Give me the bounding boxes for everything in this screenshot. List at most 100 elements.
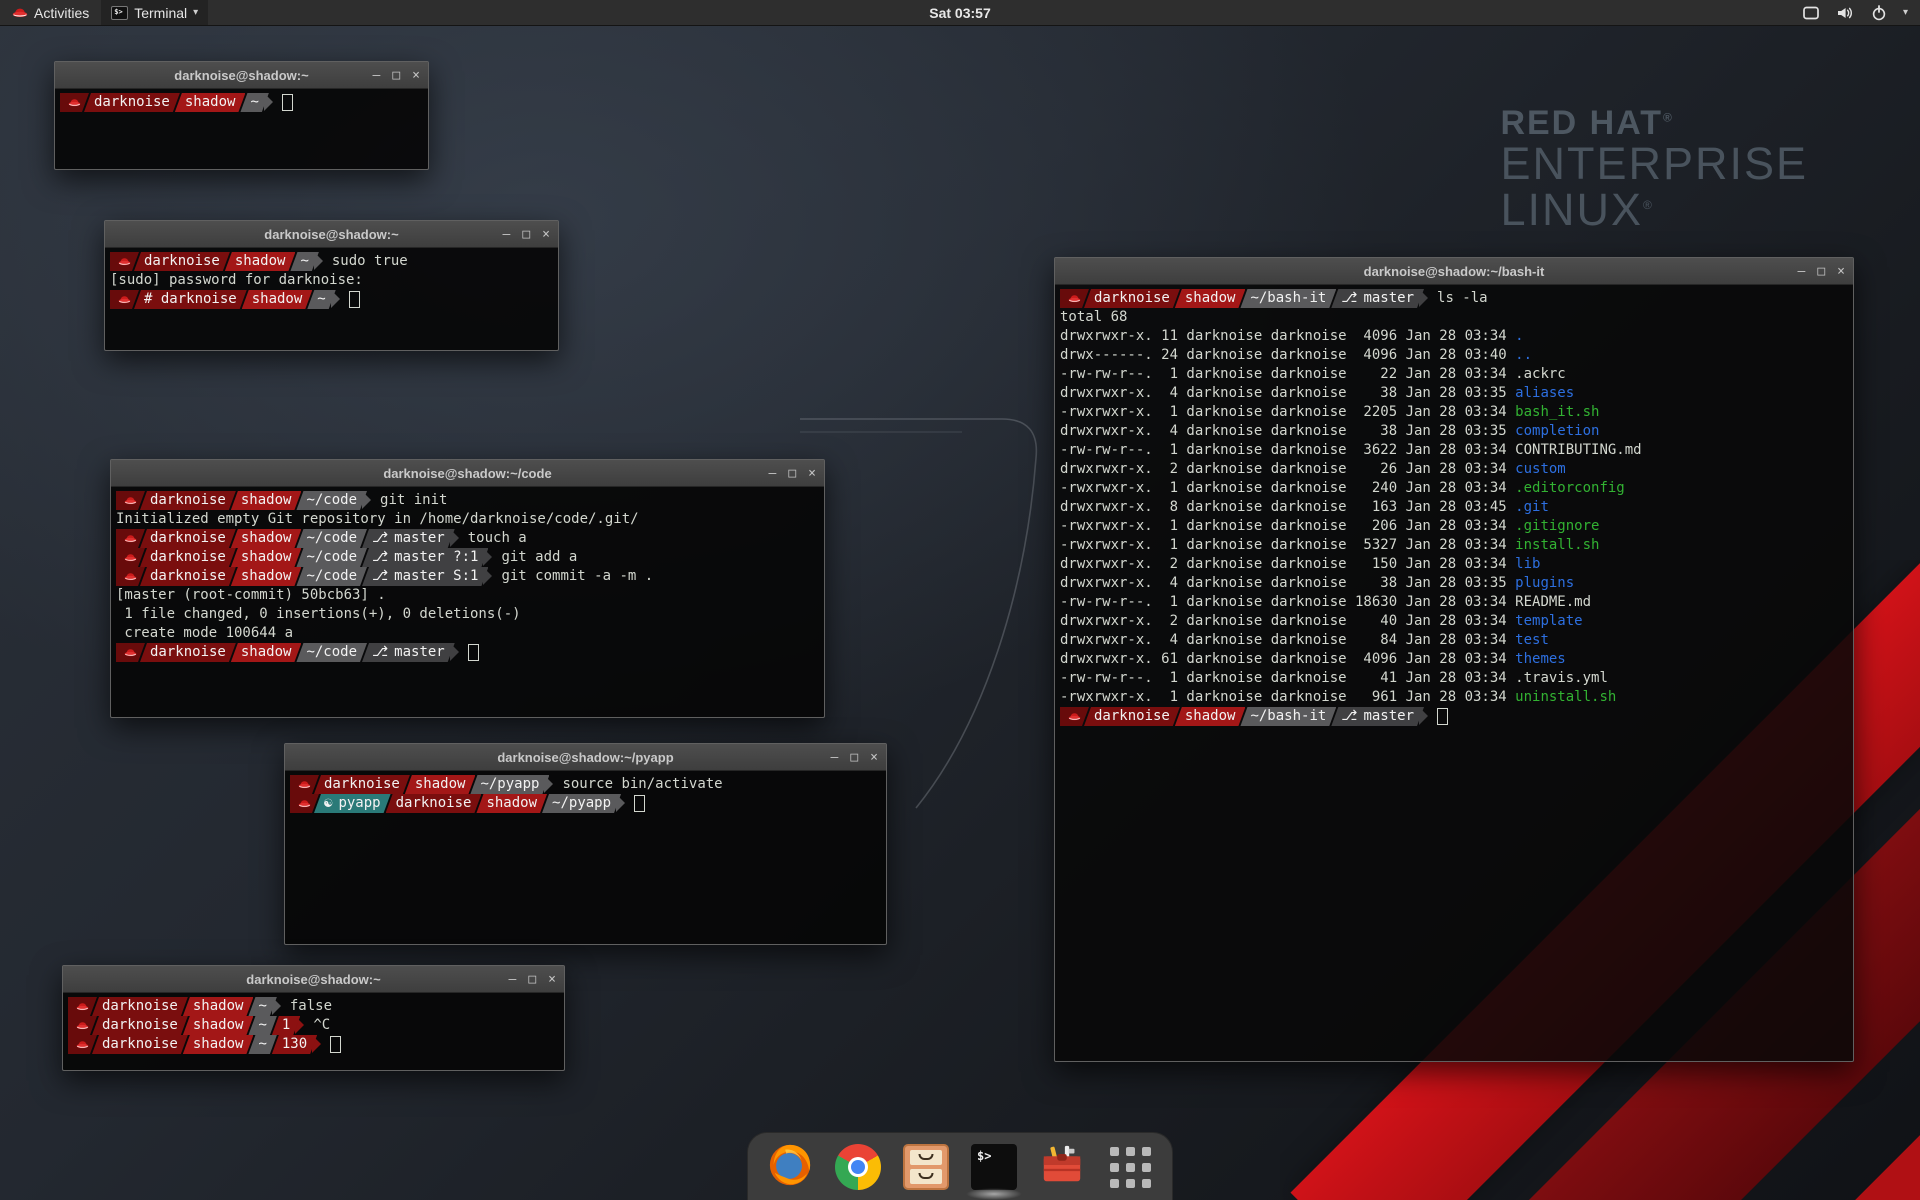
minimize-button[interactable]: – — [503, 228, 511, 241]
output-line: -rw-rw-r--. 1 darknoise darknoise 3622 J… — [1060, 441, 1848, 460]
minimize-button[interactable]: – — [509, 973, 517, 986]
terminal-window-bashit: darknoise@shadow:~/bash-it – □ × darknoi… — [1054, 257, 1854, 1062]
output-text: drwxrwxr-x. 4 darknoise darknoise 38 Jan… — [1060, 385, 1515, 401]
window-titlebar[interactable]: darknoise@shadow:~/code – □ × — [111, 460, 824, 487]
command-text: git commit -a -m . — [501, 568, 653, 584]
close-button[interactable]: × — [412, 69, 420, 82]
minimize-button[interactable]: – — [831, 751, 839, 764]
maximize-button[interactable]: □ — [522, 228, 530, 241]
maximize-button[interactable]: □ — [1817, 265, 1825, 278]
terminal-content[interactable]: darknoiseshadow~/pyappsource bin/activat… — [285, 771, 886, 945]
git-branch-icon: ⎇ — [1341, 290, 1357, 306]
prompt-line: darknoiseshadow~/bash-it⎇masterls -la — [1060, 289, 1848, 308]
prompt-line: darknoiseshadow~sudo true — [110, 252, 553, 271]
maximize-button[interactable]: □ — [788, 467, 796, 480]
dock: $> — [747, 1132, 1173, 1200]
output-text: create mode 100644 a — [116, 625, 293, 641]
output-text: .travis.yml — [1515, 670, 1608, 686]
terminal-window-pyapp: darknoise@shadow:~/pyapp – □ × darknoise… — [284, 743, 887, 945]
output-text: -rwxrwxr-x. 1 darknoise darknoise 240 Ja… — [1060, 480, 1515, 496]
terminal-content[interactable]: darknoiseshadow~sudo true[sudo] password… — [105, 248, 558, 351]
maximize-button[interactable]: □ — [392, 69, 400, 82]
top-bar: Activities $> Terminal ▾ Sat 03:57 ▾ — [0, 0, 1920, 26]
prompt-segment-path: ~/bash-it — [1240, 289, 1336, 308]
clock[interactable]: Sat 03:57 — [0, 5, 1920, 21]
prompt-segment-hat — [110, 252, 139, 271]
prompt-segment-git: ⎇master ?:1 — [362, 548, 488, 567]
output-text: -rw-rw-r--. 1 darknoise darknoise 41 Jan… — [1060, 670, 1515, 686]
app-menu-terminal[interactable]: $> Terminal ▾ — [101, 0, 208, 25]
prompt-line: darknoiseshadow~/code⎇master S:1git comm… — [116, 567, 819, 586]
prompt-segment-host: shadow — [231, 491, 302, 510]
window-titlebar[interactable]: darknoise@shadow:~ – □ × — [55, 62, 428, 89]
output-line: drwxrwxr-x. 2 darknoise darknoise 40 Jan… — [1060, 612, 1848, 631]
redhat-icon — [1068, 290, 1081, 309]
activities-button[interactable]: Activities — [0, 0, 101, 25]
volume-icon[interactable] — [1836, 5, 1855, 21]
window-title: darknoise@shadow:~ — [246, 972, 380, 987]
command-text: source bin/activate — [562, 776, 722, 792]
terminal-content[interactable]: darknoiseshadow~/bash-it⎇masterls -latot… — [1055, 285, 1853, 1062]
activities-label: Activities — [34, 5, 89, 21]
prompt-segment-hat — [68, 1035, 97, 1054]
output-text: -rwxrwxr-x. 1 darknoise darknoise 961 Ja… — [1060, 689, 1515, 705]
dock-item-toolbox[interactable] — [1038, 1143, 1086, 1191]
directory-name: test — [1515, 632, 1549, 648]
branding-line-3: LINUX® — [1500, 187, 1808, 233]
directory-name: themes — [1515, 651, 1566, 667]
prompt-segment-path: ~/code — [296, 529, 367, 548]
output-text: -rwxrwxr-x. 1 darknoise darknoise 5327 J… — [1060, 537, 1515, 553]
close-button[interactable]: × — [870, 751, 878, 764]
close-button[interactable]: × — [808, 467, 816, 480]
power-icon[interactable] — [1871, 5, 1887, 21]
prompt-segment-host: shadow — [231, 529, 302, 548]
dock-item-files[interactable] — [902, 1143, 950, 1191]
toolbox-icon — [1039, 1142, 1085, 1193]
close-button[interactable]: × — [548, 973, 556, 986]
redhat-icon — [124, 549, 137, 568]
dock-item-firefox[interactable] — [766, 1143, 814, 1191]
output-text: [sudo] password for darknoise: — [110, 272, 363, 288]
prompt-line: darknoiseshadow~/bash-it⎇master — [1060, 707, 1848, 726]
window-titlebar[interactable]: darknoise@shadow:~ – □ × — [105, 221, 558, 248]
prompt-segment-host: shadow — [175, 93, 246, 112]
redhat-icon — [76, 1017, 89, 1036]
window-titlebar[interactable]: darknoise@shadow:~ – □ × — [63, 966, 564, 993]
dock-item-terminal[interactable]: $> — [970, 1143, 1018, 1191]
window-titlebar[interactable]: darknoise@shadow:~/bash-it – □ × — [1055, 258, 1853, 285]
app-grid-icon — [1110, 1147, 1151, 1188]
output-text: total 68 — [1060, 309, 1127, 325]
prompt-segment-hat — [290, 794, 319, 813]
close-button[interactable]: × — [542, 228, 550, 241]
maximize-button[interactable]: □ — [850, 751, 858, 764]
display-icon[interactable] — [1802, 5, 1820, 21]
directory-name: plugins — [1515, 575, 1574, 591]
prompt-segment-hat — [290, 775, 319, 794]
minimize-button[interactable]: – — [373, 69, 381, 82]
prompt-line: darknoiseshadow~ — [60, 93, 423, 112]
output-line: -rwxrwxr-x. 1 darknoise darknoise 206 Ja… — [1060, 517, 1848, 536]
minimize-button[interactable]: – — [1798, 265, 1806, 278]
prompt-segment-host: shadow — [1175, 707, 1246, 726]
close-button[interactable]: × — [1837, 265, 1845, 278]
prompt-segment-user: darknoise — [1084, 289, 1180, 308]
dock-item-chrome[interactable] — [834, 1143, 882, 1191]
command-text: sudo true — [332, 253, 408, 269]
output-text: drwxrwxr-x. 4 darknoise darknoise 38 Jan… — [1060, 575, 1515, 591]
output-text: -rw-rw-r--. 1 darknoise darknoise 18630 … — [1060, 594, 1515, 610]
prompt-line: darknoiseshadow~false — [68, 997, 559, 1016]
output-line: -rw-rw-r--. 1 darknoise darknoise 22 Jan… — [1060, 365, 1848, 384]
prompt-segment-user: darknoise — [134, 252, 230, 271]
dock-item-app-grid[interactable] — [1106, 1143, 1154, 1191]
prompt-segment-venv: ☯pyapp — [314, 794, 391, 813]
output-text: Initialized empty Git repository in /hom… — [116, 511, 639, 527]
prompt-segment-path: ~/pyapp — [542, 794, 621, 813]
output-text: drwxrwxr-x. 2 darknoise darknoise 150 Ja… — [1060, 556, 1515, 572]
system-menu-chevron-icon[interactable]: ▾ — [1903, 7, 1908, 18]
terminal-content[interactable]: darknoiseshadow~falsedarknoiseshadow~1^C… — [63, 993, 564, 1071]
maximize-button[interactable]: □ — [528, 973, 536, 986]
terminal-content[interactable]: darknoiseshadow~ — [55, 89, 428, 170]
terminal-content[interactable]: darknoiseshadow~/codegit initInitialized… — [111, 487, 824, 718]
minimize-button[interactable]: – — [769, 467, 777, 480]
window-titlebar[interactable]: darknoise@shadow:~/pyapp – □ × — [285, 744, 886, 771]
